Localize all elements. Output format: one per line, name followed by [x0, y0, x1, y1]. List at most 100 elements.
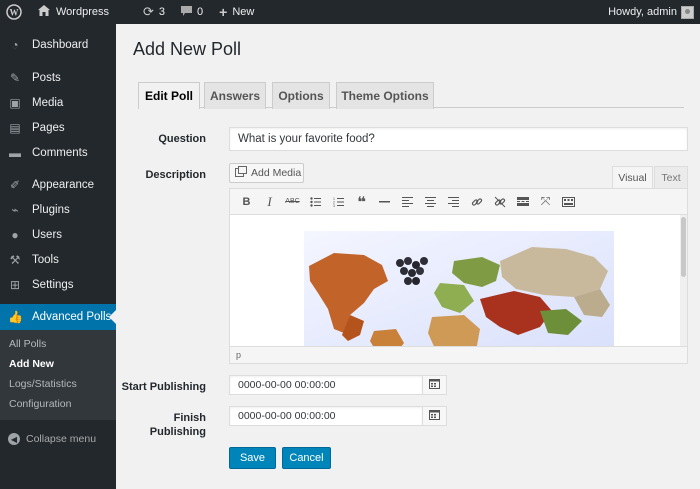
- admin-sidebar: ◔ Dashboard ✎ Posts ▣ Media ▤ Pages ▬ Co…: [0, 24, 116, 489]
- avatar: [681, 5, 694, 19]
- thumbs-up-icon: 👍: [8, 310, 23, 324]
- comment-icon: ▬: [9, 145, 21, 160]
- editor-tab-text[interactable]: Text: [654, 166, 688, 188]
- refresh-icon: ⟳: [142, 4, 154, 19]
- page-title: Add New Poll: [133, 39, 242, 59]
- tab-edit-poll[interactable]: Edit Poll: [138, 82, 200, 109]
- wrench-icon: ⚒: [9, 252, 21, 267]
- link-icon[interactable]: [465, 192, 488, 212]
- editor-tab-visual[interactable]: Visual: [612, 166, 653, 188]
- sidebar-item-users[interactable]: ● Users: [0, 222, 116, 247]
- world-map-spices-image: [304, 231, 614, 346]
- home-icon: [38, 5, 50, 19]
- sidebar-item-label: Appearance: [32, 178, 95, 191]
- align-right-icon[interactable]: [442, 192, 465, 212]
- advanced-polls-submenu: All Polls Add New Logs/Statistics Config…: [0, 330, 116, 420]
- updates-count: 3: [158, 6, 166, 18]
- bullet-list-icon[interactable]: [304, 192, 327, 212]
- user-icon: ●: [11, 227, 19, 242]
- tab-options[interactable]: Options: [272, 82, 330, 109]
- submenu-all-polls[interactable]: All Polls: [0, 334, 116, 354]
- editor-path: p: [236, 350, 242, 360]
- horizontal-line-icon[interactable]: [373, 192, 396, 212]
- poll-tabs: Edit Poll Answers Options Theme Options: [138, 82, 684, 109]
- sidebar-item-label: Media: [32, 96, 64, 109]
- start-publishing-input[interactable]: 0000-00-00 00:00:00: [229, 375, 423, 395]
- site-name-link[interactable]: Wordpress: [28, 0, 115, 24]
- sidebar-item-advanced-polls[interactable]: 👍 Advanced Polls: [0, 304, 116, 330]
- collapse-menu-button[interactable]: ◀ Collapse menu: [0, 426, 116, 452]
- collapse-arrow-icon: ◀: [8, 433, 20, 445]
- finish-label-line1: Finish: [173, 412, 206, 424]
- sidebar-item-pages[interactable]: ▤ Pages: [0, 115, 116, 140]
- sidebar-item-tools[interactable]: ⚒ Tools: [0, 247, 116, 272]
- bold-icon[interactable]: B: [235, 192, 258, 212]
- question-input[interactable]: What is your favorite food?: [229, 127, 688, 151]
- description-editor: B I ABC 123 ❝ ⤧ p: [229, 188, 688, 364]
- submenu-add-new[interactable]: Add New: [0, 354, 116, 374]
- tab-answers[interactable]: Answers: [204, 82, 266, 109]
- comments-count: 0: [197, 6, 204, 18]
- sidebar-item-label: Comments: [32, 146, 88, 159]
- strikethrough-icon[interactable]: ABC: [281, 192, 304, 212]
- pages-icon: ▤: [9, 120, 21, 135]
- tab-theme-options[interactable]: Theme Options: [336, 82, 434, 109]
- sidebar-item-label: Posts: [32, 71, 61, 84]
- collapse-label: Collapse menu: [26, 433, 97, 445]
- sidebar-item-label: Pages: [32, 121, 65, 134]
- editor-toolbar: B I ABC 123 ❝ ⤧: [230, 189, 687, 215]
- sidebar-item-label: Users: [32, 228, 63, 241]
- sidebar-item-label: Plugins: [32, 203, 70, 216]
- finish-publishing-input[interactable]: 0000-00-00 00:00:00: [229, 406, 423, 426]
- new-content-link[interactable]: + New: [209, 0, 260, 24]
- save-button[interactable]: Save: [229, 447, 276, 469]
- sidebar-item-settings[interactable]: ⊞ Settings: [0, 272, 116, 297]
- start-calendar-button[interactable]: [422, 375, 447, 395]
- editor-content-area[interactable]: [230, 215, 687, 346]
- sidebar-item-media[interactable]: ▣ Media: [0, 90, 116, 115]
- greeting: Howdy, admin: [608, 6, 677, 18]
- settings-icon: ⊞: [9, 277, 21, 292]
- media-icon: ▣: [9, 95, 21, 110]
- fullscreen-icon[interactable]: ⤧: [534, 192, 557, 212]
- toolbar-toggle-icon[interactable]: [557, 192, 580, 212]
- submenu-configuration[interactable]: Configuration: [0, 394, 116, 414]
- calendar-icon: [429, 378, 440, 392]
- finish-label-line2: Publishing: [149, 426, 206, 438]
- align-left-icon[interactable]: [396, 192, 419, 212]
- finish-calendar-button[interactable]: [422, 406, 447, 426]
- editor-scrollbar[interactable]: [680, 215, 687, 346]
- unlink-icon[interactable]: [488, 192, 511, 212]
- pin-icon: ✎: [9, 70, 21, 85]
- blockquote-icon[interactable]: ❝: [350, 192, 373, 212]
- updates-link[interactable]: ⟳ 3: [115, 0, 171, 24]
- main-content: Add New Poll Edit Poll Answers Options T…: [116, 24, 700, 489]
- account-menu[interactable]: Howdy, admin: [602, 0, 700, 24]
- sidebar-item-dashboard[interactable]: ◔ Dashboard: [0, 32, 116, 58]
- sidebar-item-plugins[interactable]: ⌁ Plugins: [0, 197, 116, 222]
- add-media-button[interactable]: Add Media: [229, 163, 304, 183]
- admin-bar: W Wordpress ⟳ 3 0 + New Howdy, admin: [0, 0, 700, 24]
- brush-icon: ✐: [9, 177, 21, 192]
- finish-publishing-label: Finish Publishing: [110, 411, 206, 439]
- calendar-icon: [429, 409, 440, 423]
- numbered-list-icon[interactable]: 123: [327, 192, 350, 212]
- italic-icon[interactable]: I: [258, 192, 281, 212]
- add-media-label: Add Media: [251, 167, 302, 179]
- description-label: Description: [145, 169, 206, 181]
- dashboard-icon: ◔: [11, 38, 19, 52]
- wordpress-logo-icon[interactable]: W: [0, 0, 28, 24]
- plus-icon: +: [219, 4, 228, 20]
- plugin-icon: ⌁: [11, 202, 19, 217]
- read-more-icon[interactable]: [511, 192, 534, 212]
- sidebar-item-comments[interactable]: ▬ Comments: [0, 140, 116, 165]
- sidebar-item-label: Settings: [32, 278, 74, 291]
- align-center-icon[interactable]: [419, 192, 442, 212]
- sidebar-item-posts[interactable]: ✎ Posts: [0, 65, 116, 90]
- new-label: New: [232, 6, 255, 18]
- submenu-logs-statistics[interactable]: Logs/Statistics: [0, 374, 116, 394]
- comments-link[interactable]: 0: [171, 0, 209, 24]
- sidebar-item-appearance[interactable]: ✐ Appearance: [0, 172, 116, 197]
- cancel-button[interactable]: Cancel: [282, 447, 331, 469]
- start-publishing-label: Start Publishing: [121, 381, 206, 393]
